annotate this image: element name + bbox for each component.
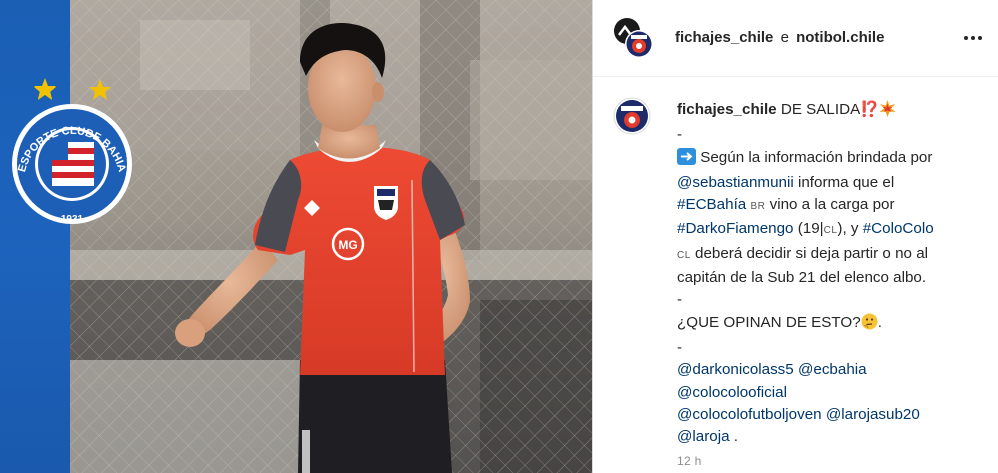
author-avatar[interactable] xyxy=(613,97,651,135)
caption-end-period: . xyxy=(729,428,739,446)
mention-ecbahia[interactable]: @ecbahia xyxy=(798,361,867,378)
mention-darkonicolass5[interactable]: @darkonicolass5 xyxy=(677,361,794,378)
mention-colocolooficial[interactable]: @colocolooficial xyxy=(677,384,787,401)
hashtag-darkofiamengo[interactable]: #DarkoFiamengo xyxy=(677,220,794,237)
more-options-icon[interactable] xyxy=(958,26,988,50)
author-link-fichajes[interactable]: fichajes_chile xyxy=(675,29,773,46)
sponsor-logo: MG xyxy=(338,238,357,252)
caption-dash-1: - xyxy=(677,126,683,144)
explosion-emoji-icon xyxy=(879,100,896,124)
post-caption: fichajes_chile DE SALIDA⁉️ - Según la in… xyxy=(677,99,982,448)
caption-darko-age: (19| xyxy=(793,220,824,238)
hashtag-ecbahia[interactable]: #ECBahía xyxy=(677,196,746,213)
post-panel: fichajes_chile e notibol.chile fichajes_… xyxy=(593,0,998,473)
collab-avatars-icon[interactable] xyxy=(613,17,655,59)
caption-dash-3: - xyxy=(677,338,683,356)
caption-line-5: deberá decidir si deja partir o no al xyxy=(690,244,929,262)
thinking-face-emoji-icon xyxy=(861,313,878,337)
colocolo-crest-icon xyxy=(374,186,398,220)
post-image[interactable]: MG 1931 ESPORTE CLUBE BAHIA xyxy=(0,0,592,473)
mention-sebastianmunii[interactable]: @sebastianmunii xyxy=(677,174,794,191)
post-timestamp[interactable]: 12 h xyxy=(677,454,702,468)
svg-text:1931: 1931 xyxy=(61,214,84,225)
post-body: fichajes_chile DE SALIDA⁉️ - Según la in… xyxy=(593,77,998,473)
caption-line-1: Según la información brindada por xyxy=(700,148,933,166)
caption-line-3: vino a la carga por xyxy=(765,196,895,214)
caption-dash-2: - xyxy=(677,291,683,309)
flag-cl-icon: CL xyxy=(823,225,838,237)
mention-larojasub20[interactable]: @larojasub20 xyxy=(826,406,920,423)
post-authors: fichajes_chile e notibol.chile xyxy=(675,29,884,46)
caption-line-6: capitán de la Sub 21 del elenco albo. xyxy=(677,269,927,287)
mention-colocolofutboljoven[interactable]: @colocolofutboljoven xyxy=(677,406,822,423)
hashtag-colocolo[interactable]: #ColoColo xyxy=(863,220,934,237)
flag-cl-icon-2: CL xyxy=(677,249,691,261)
author-connector: e xyxy=(780,29,789,46)
author-link-notibol[interactable]: notibol.chile xyxy=(796,29,884,46)
flag-br-icon: BR xyxy=(750,201,766,213)
mention-laroja[interactable]: @laroja xyxy=(677,428,730,445)
caption-question-period: . xyxy=(877,313,882,331)
caption-author[interactable]: fichajes_chile xyxy=(677,101,777,118)
post-header: fichajes_chile e notibol.chile xyxy=(593,0,998,77)
right-arrow-emoji-icon xyxy=(677,147,696,172)
caption-question: ¿QUE OPINAN DE ESTO? xyxy=(677,313,861,331)
caption-darko-close: ), y xyxy=(837,220,863,238)
caption-line-2: informa que el xyxy=(793,173,895,191)
caption-headline: DE SALIDA⁉️ xyxy=(780,101,880,118)
bahia-crest: 1931 ESPORTE CLUBE BAHIA xyxy=(12,79,132,225)
